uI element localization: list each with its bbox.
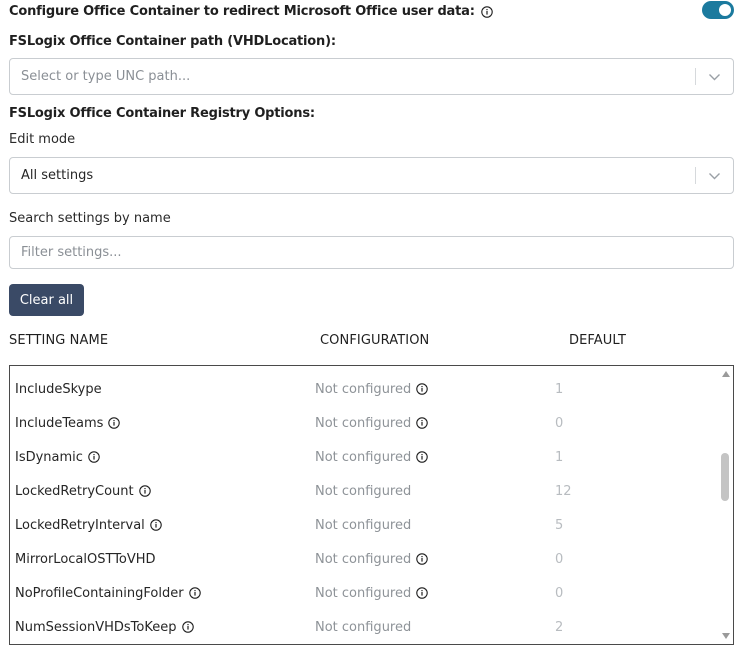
info-icon[interactable] xyxy=(416,587,428,599)
default-value-cell: 12 xyxy=(555,483,572,499)
setting-name-text: MirrorLocalOSTToVHD xyxy=(15,551,156,567)
setting-name-cell: IncludeSkype xyxy=(15,372,102,406)
table-row: IncludeSkype Not configured 1 xyxy=(10,372,718,406)
configuration-value: Not configured xyxy=(315,483,412,499)
edit-mode-value: All settings xyxy=(21,168,94,183)
scroll-thumb[interactable] xyxy=(721,453,729,501)
default-value-cell: 0 xyxy=(555,415,564,431)
info-icon[interactable] xyxy=(188,587,201,599)
office-container-label: Configure Office Container to redirect M… xyxy=(9,4,475,19)
info-icon[interactable] xyxy=(416,383,428,395)
vhd-location-combobox[interactable]: Select or type UNC path... xyxy=(9,58,734,95)
setting-name-cell: LockedRetryInterval xyxy=(15,508,162,542)
configuration-cell[interactable]: Not configured xyxy=(315,372,428,406)
configuration-cell[interactable]: Not configured xyxy=(315,576,428,610)
configuration-value: Not configured xyxy=(315,381,412,397)
vhd-location-placeholder: Select or type UNC path... xyxy=(21,69,191,84)
configuration-cell[interactable]: Not configured xyxy=(315,542,428,576)
edit-mode-label: Edit mode xyxy=(9,132,76,147)
table-row: IsDynamic Not configured 1 xyxy=(10,440,718,474)
search-placeholder: Filter settings... xyxy=(21,245,122,260)
default-value-cell: 5 xyxy=(555,517,564,533)
info-icon[interactable] xyxy=(150,519,162,531)
configuration-value: Not configured xyxy=(315,551,412,567)
setting-name-text: IncludeTeams xyxy=(15,415,104,431)
scroll-up-arrow-icon[interactable] xyxy=(722,371,730,377)
configuration-cell[interactable]: Not configured xyxy=(315,406,428,440)
combo-separator xyxy=(695,167,696,184)
chevron-down-icon[interactable] xyxy=(708,72,721,82)
column-header-configuration[interactable]: CONFIGURATION xyxy=(320,333,429,348)
setting-name-cell: MirrorLocalOSTToVHD xyxy=(15,542,156,576)
default-value-cell: 1 xyxy=(555,449,564,465)
default-value-cell: 0 xyxy=(555,585,564,601)
office-container-toggle[interactable] xyxy=(702,1,734,19)
table-row: NumSessionVHDsToKeep Not configured 2 xyxy=(10,610,718,644)
configuration-value: Not configured xyxy=(315,415,412,431)
info-icon[interactable] xyxy=(481,5,493,18)
setting-name-cell: NoProfileContainingFolder xyxy=(15,576,201,610)
info-icon[interactable] xyxy=(416,417,428,429)
registry-options-label: FSLogix Office Container Registry Option… xyxy=(9,106,315,121)
search-input[interactable]: Filter settings... xyxy=(9,236,734,269)
table-row: MirrorLocalOSTToVHD Not configured 0 xyxy=(10,542,718,576)
default-value-cell: 1 xyxy=(555,381,564,397)
configuration-cell[interactable]: Not configured xyxy=(315,610,411,644)
setting-name-text: LockedRetryInterval xyxy=(15,517,145,533)
table-row: LockedRetryCount Not configured 12 xyxy=(10,474,718,508)
chevron-down-icon[interactable] xyxy=(708,171,721,181)
clear-all-button[interactable]: Clear all xyxy=(9,284,84,316)
toggle-knob xyxy=(719,4,731,16)
configuration-cell[interactable]: Not configured xyxy=(315,440,428,474)
vhd-location-label: FSLogix Office Container path (VHDLocati… xyxy=(9,34,336,49)
table-row: LockedRetryInterval Not configured 5 xyxy=(10,508,718,542)
info-icon[interactable] xyxy=(138,485,151,497)
configuration-cell[interactable]: Not configured xyxy=(315,508,411,542)
combo-separator xyxy=(695,68,696,85)
configuration-value: Not configured xyxy=(315,585,412,601)
setting-name-cell: NumSessionVHDsToKeep xyxy=(15,610,194,644)
setting-name-cell: LockedRetryCount xyxy=(15,474,151,508)
column-header-setting-name[interactable]: SETTING NAME xyxy=(9,333,108,348)
configuration-value: Not configured xyxy=(315,449,412,465)
configuration-cell[interactable]: Not configured xyxy=(315,474,411,508)
info-icon[interactable] xyxy=(108,417,121,429)
scrollbar[interactable] xyxy=(719,366,733,644)
table-row: NoProfileContainingFolder Not configured 0 xyxy=(10,576,718,610)
setting-name-text: NoProfileContainingFolder xyxy=(15,585,184,601)
info-icon[interactable] xyxy=(416,553,428,565)
info-icon[interactable] xyxy=(88,451,100,463)
table-row: IncludeTeams Not configured 0 xyxy=(10,406,718,440)
office-container-label-row: Configure Office Container to redirect M… xyxy=(9,4,493,19)
info-icon[interactable] xyxy=(416,451,428,463)
default-value-cell: 0 xyxy=(555,551,564,567)
edit-mode-select[interactable]: All settings xyxy=(9,157,734,194)
setting-name-text: IncludeSkype xyxy=(15,381,102,397)
default-value-cell: 2 xyxy=(555,619,564,635)
setting-name-text: IsDynamic xyxy=(15,449,83,465)
info-icon[interactable] xyxy=(181,621,194,633)
configuration-value: Not configured xyxy=(315,619,412,635)
setting-name-cell: IsDynamic xyxy=(15,440,100,474)
scroll-down-arrow-icon[interactable] xyxy=(722,633,730,639)
setting-name-text: NumSessionVHDsToKeep xyxy=(15,619,177,635)
configuration-value: Not configured xyxy=(315,517,412,533)
settings-table[interactable]: IncludeSkype Not configured 1 IncludeTeams N… xyxy=(9,365,734,645)
column-header-default[interactable]: DEFAULT xyxy=(569,333,626,348)
search-label: Search settings by name xyxy=(9,211,171,226)
setting-name-cell: IncludeTeams xyxy=(15,406,121,440)
setting-name-text: LockedRetryCount xyxy=(15,483,134,499)
